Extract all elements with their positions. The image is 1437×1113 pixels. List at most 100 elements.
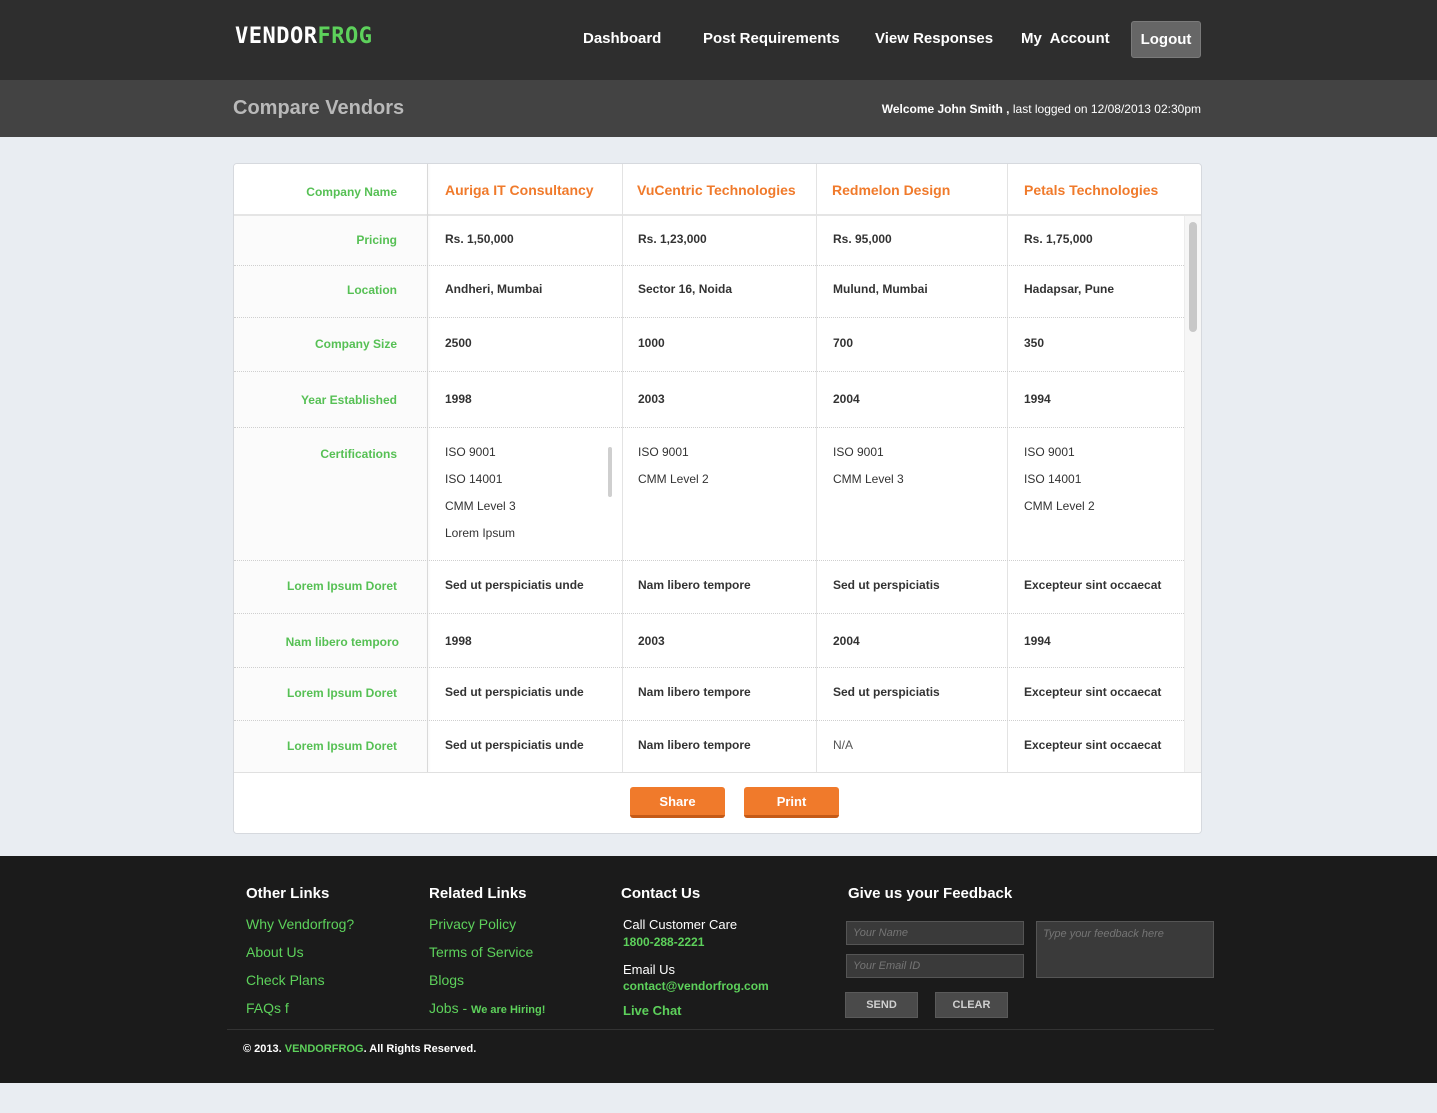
row-label: Company Size xyxy=(314,337,397,351)
row-label: Lorem Ipsum Doret xyxy=(286,579,397,593)
footer-link-check-plans[interactable]: Check Plans xyxy=(246,972,325,988)
vendorfrog-logo[interactable]: VENDORFROG xyxy=(235,24,372,49)
table-cell: Excepteur sint occaecat xyxy=(1024,685,1162,699)
compare-actions: Share Print xyxy=(234,772,1201,833)
site-footer: Other Links Why Vendorfrog? About Us Che… xyxy=(0,856,1437,1083)
table-cell: 2003 xyxy=(638,634,665,648)
footer-link-about-us[interactable]: About Us xyxy=(246,944,304,960)
feedback-clear-button[interactable]: CLEAR xyxy=(935,992,1008,1018)
live-chat-link[interactable]: Live Chat xyxy=(623,1003,682,1018)
certification-item: CMM Level 3 xyxy=(833,472,904,486)
table-cell: Nam libero tempore xyxy=(638,578,751,592)
table-cell: Sed ut perspiciatis xyxy=(833,685,940,699)
column-divider xyxy=(427,164,428,772)
table-cell: 1998 xyxy=(445,634,472,648)
row-divider xyxy=(234,317,1184,318)
logout-button[interactable]: Logout xyxy=(1131,21,1201,58)
column-divider xyxy=(622,164,623,772)
row-divider xyxy=(234,371,1184,372)
row-label: Nam libero temporo xyxy=(285,635,399,649)
row-divider xyxy=(234,613,1184,614)
footer-link-why-vendorfrog[interactable]: Why Vendorfrog? xyxy=(246,916,354,932)
row-divider xyxy=(234,265,1184,266)
row-divider xyxy=(234,427,1184,428)
row-divider xyxy=(234,560,1184,561)
table-cell: 2500 xyxy=(445,336,472,350)
row-label: Lorem Ipsum Doret xyxy=(286,686,397,700)
table-cell: Excepteur sint occaecat xyxy=(1024,738,1162,752)
copyright-brand: VENDORFROG xyxy=(284,1043,364,1055)
feedback-send-button[interactable]: SEND xyxy=(845,992,918,1018)
footer-link-faqs[interactable]: FAQs f xyxy=(246,1000,289,1016)
table-cell: Sector 16, Noida xyxy=(638,282,733,296)
table-cell: 2004 xyxy=(833,634,860,648)
certification-list: ISO 9001 ISO 14001 CMM Level 2 xyxy=(1024,439,1095,520)
table-scrollbar[interactable] xyxy=(1184,216,1201,772)
row-label: Lorem Ipsum Doret xyxy=(286,739,397,753)
column-divider xyxy=(816,164,817,772)
table-cell: 2003 xyxy=(638,392,665,406)
other-links-heading: Other Links xyxy=(246,885,330,902)
email-us-label: Email Us xyxy=(623,962,676,977)
footer-link-terms-of-service[interactable]: Terms of Service xyxy=(429,944,533,960)
row-divider xyxy=(234,720,1184,721)
table-cell: Sed ut perspiciatis unde xyxy=(445,685,584,699)
print-button[interactable]: Print xyxy=(744,787,839,818)
welcome-user-name: Welcome John Smith , xyxy=(881,102,1010,116)
feedback-message-textarea[interactable] xyxy=(1036,921,1214,978)
nav-my-account[interactable]: My Account xyxy=(1021,30,1110,47)
table-scrollbar-thumb[interactable] xyxy=(1189,222,1197,332)
certification-list-scrollbar[interactable] xyxy=(608,447,612,497)
feedback-email-input[interactable] xyxy=(846,954,1024,978)
vendor-name-4[interactable]: Petals Technologies xyxy=(1024,182,1158,198)
logo-text-vendor: VENDOR xyxy=(235,24,318,49)
certification-list[interactable]: ISO 9001 ISO 14001 CMM Level 3 Lorem Ips… xyxy=(445,439,516,547)
certification-item: CMM Level 2 xyxy=(638,472,709,486)
footer-link-jobs[interactable]: Jobs - We are Hiring! xyxy=(429,1000,545,1016)
feedback-name-input[interactable] xyxy=(846,921,1024,945)
table-cell: Rs. 1,75,000 xyxy=(1024,232,1093,246)
customer-care-phone[interactable]: 1800-288-2221 xyxy=(623,935,704,949)
related-links-heading: Related Links xyxy=(429,885,527,902)
table-cell: N/A xyxy=(833,738,854,752)
certification-item: ISO 9001 xyxy=(833,445,884,459)
certification-item: CMM Level 3 xyxy=(445,499,516,513)
vendor-name-1[interactable]: Auriga IT Consultancy xyxy=(445,182,594,198)
contact-email-link[interactable]: contact@vendorfrog.com xyxy=(623,979,769,993)
table-cell: Mulund, Mumbai xyxy=(833,282,928,296)
table-cell: 1000 xyxy=(638,336,665,350)
table-cell: Sed ut perspiciatis xyxy=(833,578,940,592)
column-divider xyxy=(1007,164,1008,772)
row-label: Pricing xyxy=(356,233,397,247)
last-logged-text: last logged on 12/08/2013 02:30pm xyxy=(1009,102,1201,116)
nav-view-responses[interactable]: View Responses xyxy=(875,30,993,47)
nav-dashboard[interactable]: Dashboard xyxy=(583,30,661,47)
certification-item: ISO 14001 xyxy=(1024,472,1082,486)
footer-divider xyxy=(227,1029,1214,1030)
table-cell: Excepteur sint occaecat xyxy=(1024,578,1162,592)
nav-post-requirements[interactable]: Post Requirements xyxy=(703,30,840,47)
certification-item: ISO 14001 xyxy=(445,472,503,486)
page-title: Compare Vendors xyxy=(233,97,405,119)
hiring-tag: We are Hiring! xyxy=(471,1004,546,1016)
table-cell: Nam libero tempore xyxy=(638,685,751,699)
vendor-name-3[interactable]: Redmelon Design xyxy=(832,182,950,198)
table-cell: 1994 xyxy=(1024,634,1051,648)
certification-item: ISO 9001 xyxy=(445,445,496,459)
company-name-label: Company Name xyxy=(306,185,397,199)
table-cell: Sed ut perspiciatis unde xyxy=(445,578,584,592)
customer-care-label: Call Customer Care xyxy=(623,917,738,932)
copyright-prefix: © 2013. xyxy=(243,1043,285,1055)
label-column xyxy=(234,164,427,772)
row-divider xyxy=(234,667,1184,668)
table-cell: Hadapsar, Pune xyxy=(1024,282,1115,296)
table-cell: Rs. 1,23,000 xyxy=(638,232,707,246)
logo-text-frog: FROG xyxy=(317,24,373,49)
footer-link-privacy-policy[interactable]: Privacy Policy xyxy=(429,916,516,932)
vendor-name-2[interactable]: VuCentric Technologies xyxy=(637,182,796,198)
welcome-message: Welcome John Smith , last logged on 12/0… xyxy=(882,102,1201,116)
certification-item: Lorem Ipsum xyxy=(445,526,516,540)
share-button[interactable]: Share xyxy=(630,787,725,818)
footer-link-blogs[interactable]: Blogs xyxy=(429,972,464,988)
contact-us-heading: Contact Us xyxy=(621,885,701,902)
